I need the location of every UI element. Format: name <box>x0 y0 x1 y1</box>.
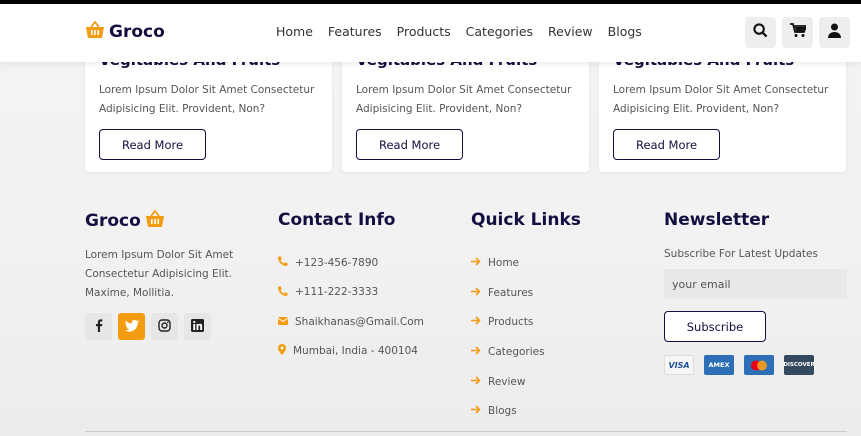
footer-divider <box>85 431 847 432</box>
newsletter-title: Newsletter <box>664 210 770 230</box>
footer-about-column: Groco Lorem Ipsum Dolor Sit Amet Consect… <box>85 188 255 340</box>
quick-link-label: Blogs <box>488 405 517 418</box>
nav-home[interactable]: Home <box>276 24 313 39</box>
login-button[interactable] <box>819 17 850 48</box>
amex-card-icon: AMEX <box>704 355 734 375</box>
search-icon <box>753 23 768 42</box>
quick-link-label: Home <box>488 256 520 269</box>
quick-link-label: Review <box>488 375 526 388</box>
subscribe-button[interactable]: Subscribe <box>664 311 766 342</box>
site-header: Groco Home Features Products Categories … <box>0 4 861 62</box>
site-footer: Groco Lorem Ipsum Dolor Sit Amet Consect… <box>0 188 861 436</box>
header-icons <box>745 17 850 48</box>
linkedin-icon <box>191 317 204 336</box>
contact-text: +123-456-7890 <box>295 256 379 269</box>
card-description: Lorem Ipsum Dolor Sit Amet Consectetur A… <box>99 84 315 115</box>
quick-link-categories[interactable]: Categories <box>471 337 581 367</box>
footer-contact-column: Contact Info +123-456-7890 +111-222-3333… <box>277 188 424 367</box>
contact-info-title: Contact Info <box>278 210 396 230</box>
facebook-link[interactable] <box>85 313 112 340</box>
twitter-link[interactable] <box>118 313 145 340</box>
quick-link-label: Categories <box>488 345 545 358</box>
map-marker-icon <box>278 344 286 358</box>
search-button[interactable] <box>745 17 776 48</box>
contact-list: +123-456-7890 +111-222-3333 Shaikhanas@G… <box>277 248 424 367</box>
contact-item[interactable]: Shaikhanas@Gmail.Com <box>277 307 424 337</box>
payment-methods: VISA AMEX DISCOVER <box>664 355 861 375</box>
phone-icon <box>278 286 288 299</box>
contact-text: Mumbai, India - 400104 <box>293 345 418 358</box>
discover-card-icon: DISCOVER <box>783 355 815 375</box>
instagram-icon <box>158 317 171 336</box>
quick-link-products[interactable]: Products <box>471 307 581 337</box>
read-more-button[interactable]: Read More <box>613 129 720 160</box>
nav-categories[interactable]: Categories <box>466 24 533 39</box>
nav-review[interactable]: Review <box>548 24 593 39</box>
footer-brand-text: Groco <box>85 211 141 231</box>
nav-features[interactable]: Features <box>328 24 382 39</box>
main-nav: Home Features Products Categories Review… <box>276 24 642 39</box>
arrow-right-icon <box>471 405 481 417</box>
quick-link-label: Features <box>488 286 534 299</box>
shopping-basket-icon <box>145 209 165 232</box>
read-more-button[interactable]: Read More <box>356 129 463 160</box>
instagram-link[interactable] <box>151 313 178 340</box>
newsletter-subtitle: Subscribe For Latest Updates <box>664 248 818 260</box>
linkedin-link[interactable] <box>184 313 211 340</box>
nav-products[interactable]: Products <box>397 24 451 39</box>
phone-icon <box>278 256 288 269</box>
footer-links-column: Quick Links Home Features Products Categ… <box>471 188 581 426</box>
footer-brand: Groco <box>85 209 255 232</box>
visa-card-icon: VISA <box>664 355 694 375</box>
footer-newsletter-column: Newsletter Subscribe For Latest Updates … <box>664 188 861 375</box>
arrow-right-icon <box>471 316 481 328</box>
contact-text: +111-222-3333 <box>295 286 379 299</box>
card-description: Lorem Ipsum Dolor Sit Amet Consectetur A… <box>356 84 572 115</box>
contact-item[interactable]: +123-456-7890 <box>278 248 424 278</box>
read-more-button[interactable]: Read More <box>99 129 206 160</box>
contact-item[interactable]: +111-222-3333 <box>278 278 424 308</box>
user-icon <box>828 23 841 42</box>
logo-text: Groco <box>109 22 165 42</box>
twitter-icon <box>124 317 139 336</box>
facebook-icon <box>95 317 103 336</box>
quick-link-home[interactable]: Home <box>471 248 581 278</box>
envelope-icon <box>277 316 289 328</box>
quick-link-label: Products <box>488 316 534 329</box>
quick-links-list: Home Features Products Categories Review… <box>471 248 581 426</box>
footer-about-text: Lorem Ipsum Dolor Sit Amet Consectetur A… <box>85 249 234 299</box>
logo[interactable]: Groco <box>85 20 165 43</box>
quick-link-blogs[interactable]: Blogs <box>471 396 581 426</box>
arrow-right-icon <box>471 346 481 358</box>
contact-text: Shaikhanas@Gmail.Com <box>295 315 424 328</box>
quick-link-review[interactable]: Review <box>471 367 581 397</box>
quick-links-title: Quick Links <box>471 210 581 230</box>
nav-blogs[interactable]: Blogs <box>608 24 642 39</box>
mastercard-card-icon <box>744 355 774 375</box>
contact-item[interactable]: Mumbai, India - 400104 <box>278 337 424 367</box>
cart-icon <box>789 23 807 42</box>
quick-link-features[interactable]: Features <box>471 278 581 308</box>
arrow-right-icon <box>471 286 481 299</box>
card-description: Lorem Ipsum Dolor Sit Amet Consectetur A… <box>613 84 829 115</box>
social-links <box>85 313 255 340</box>
email-input[interactable] <box>664 269 847 299</box>
arrow-right-icon <box>471 257 481 269</box>
cart-button[interactable] <box>782 17 813 48</box>
shopping-basket-icon <box>85 20 105 43</box>
arrow-right-icon <box>471 376 481 388</box>
